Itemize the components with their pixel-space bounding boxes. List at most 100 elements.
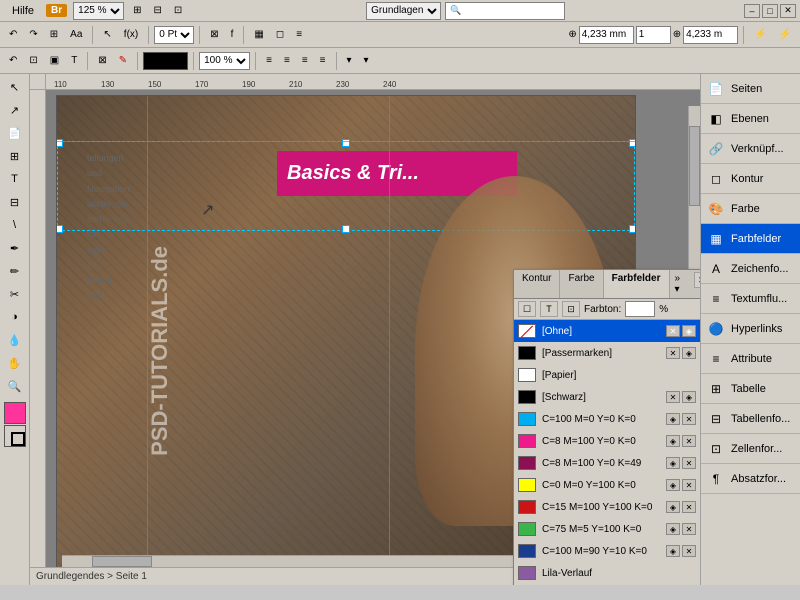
scroll-thumb-v[interactable] (689, 126, 700, 206)
workspace-select[interactable]: Grundlagen (366, 2, 441, 20)
swatch-row[interactable]: C=15 M=100 Y=100 K=0◈✕ (514, 496, 700, 518)
zoom-select[interactable]: 125 % (73, 2, 124, 20)
tool2-6[interactable]: ✎ (114, 51, 132, 71)
tool-line[interactable]: \ (4, 214, 26, 236)
swatch-icon[interactable]: ✕ (666, 325, 680, 337)
cp-tool-1[interactable]: ☐ (518, 301, 536, 317)
right-panel-item-hyperlinks[interactable]: 🔵Hyperlinks (701, 314, 800, 344)
tool-pencil[interactable]: ✏ (4, 260, 26, 282)
tool-scissors[interactable]: ✂ (4, 283, 26, 305)
tool2-2[interactable]: ⊡ (24, 51, 42, 71)
view-btn-2[interactable]: ⊟ (149, 1, 167, 21)
swatch-icon[interactable]: ✕ (682, 501, 696, 513)
tool-table[interactable]: ⊟ (4, 191, 26, 213)
tool-text[interactable]: T (4, 168, 26, 190)
swatch-icon[interactable]: ◈ (666, 501, 680, 513)
right-panel-item-verknpf[interactable]: 🔗Verknüpf... (701, 134, 800, 164)
right-panel-item-textumflu[interactable]: ≡Textumflu... (701, 284, 800, 314)
tool-4[interactable]: Aa (65, 25, 87, 45)
tool-5[interactable]: f(x) (119, 25, 143, 45)
tool-page[interactable]: 📄 (4, 122, 26, 144)
tool2-align1[interactable]: ≡ (261, 51, 277, 71)
swatch-icon[interactable]: ◈ (682, 347, 696, 359)
swatch-icon[interactable]: ◈ (666, 523, 680, 535)
cp-tool-2[interactable]: T (540, 301, 558, 317)
color-stroke-box[interactable] (4, 425, 26, 447)
tab-more[interactable]: » ▾ (670, 270, 692, 298)
swatch-icon[interactable]: ✕ (682, 479, 696, 491)
tool-frame[interactable]: ◻ (271, 25, 289, 45)
right-panel-item-zeichenfo[interactable]: AZeichenfo... (701, 254, 800, 284)
right-panel-item-attribute[interactable]: ≡Attribute (701, 344, 800, 374)
swatch-row[interactable]: C=0 M=0 Y=100 K=0◈✕ (514, 474, 700, 496)
tool-direct[interactable]: ↗ (4, 99, 26, 121)
panel-close-btn[interactable]: ✕ (694, 272, 700, 288)
tool-arrow[interactable]: ↶ (4, 25, 22, 45)
tool2-5[interactable]: ⊠ (93, 51, 111, 71)
scroll-thumb-h[interactable] (92, 556, 152, 567)
maximize-button[interactable]: □ (762, 4, 778, 18)
pct-select[interactable]: 100 % (199, 52, 250, 70)
swatch-row[interactable]: C=0 M=0 Y=0 K=8◈ (514, 584, 700, 585)
swatches-list[interactable]: [Ohne]✕◈[Passermarken]✕◈[Papier][Schwarz… (514, 320, 700, 585)
tool-6[interactable]: ⊠ (205, 25, 223, 45)
swatch-row[interactable]: C=8 M=100 Y=0 K=49◈✕ (514, 452, 700, 474)
tool-3[interactable]: ⊞ (45, 25, 63, 45)
swatch-row[interactable]: [Passermarken]✕◈ (514, 342, 700, 364)
tool-select[interactable]: ↖ (4, 76, 26, 98)
swatch-icon[interactable]: ◈ (666, 457, 680, 469)
tool-gradient[interactable]: ◑ (4, 306, 26, 328)
right-panel-item-ebenen[interactable]: ◧Ebenen (701, 104, 800, 134)
tool2-3[interactable]: ▣ (45, 51, 64, 71)
tool-light[interactable]: ⚡ (749, 25, 771, 45)
tool2-arr[interactable]: ▾ (342, 51, 357, 71)
cp-tool-3[interactable]: ⊡ (562, 301, 580, 317)
close-button[interactable]: ✕ (780, 4, 796, 18)
tool2-text[interactable]: T (66, 51, 82, 71)
minimize-button[interactable]: – (744, 4, 760, 18)
tool2-align4[interactable]: ≡ (315, 51, 331, 71)
right-panel-item-zellenfor[interactable]: ⊡Zellenfor... (701, 434, 800, 464)
tool-align[interactable]: ≡ (291, 25, 307, 45)
swatch-icon[interactable]: ✕ (682, 523, 696, 535)
tool-7[interactable]: f (226, 25, 239, 45)
swatch-icon[interactable]: ◈ (682, 391, 696, 403)
menu-hilfe[interactable]: Hilfe (4, 3, 42, 19)
swatch-row[interactable]: C=100 M=0 Y=0 K=0◈✕ (514, 408, 700, 430)
tool2-1[interactable]: ↶ (4, 51, 22, 71)
color-box[interactable] (143, 52, 188, 70)
swatch-icon[interactable]: ◈ (666, 435, 680, 447)
mm-input-2[interactable]: 4,233 m (683, 26, 738, 44)
swatch-icon[interactable]: ✕ (666, 391, 680, 403)
tool-grid[interactable]: ▦ (249, 25, 268, 45)
view-btn-3[interactable]: ⊡ (169, 1, 187, 21)
right-panel-item-tabellenfo[interactable]: ⊟Tabellenfo... (701, 404, 800, 434)
pt-select[interactable]: 0 Pt (154, 26, 194, 44)
swatch-icon[interactable]: ◈ (666, 479, 680, 491)
swatch-icon[interactable]: ✕ (682, 413, 696, 425)
right-panel-item-farbfelder[interactable]: ▦Farbfelder (701, 224, 800, 254)
swatch-icon[interactable]: ✕ (682, 457, 696, 469)
tool-cursor[interactable]: ↖ (98, 25, 116, 45)
swatch-row[interactable]: [Schwarz]✕◈ (514, 386, 700, 408)
swatch-icon[interactable]: ✕ (682, 435, 696, 447)
swatch-row[interactable]: [Papier] (514, 364, 700, 386)
tool-eyedrop[interactable]: 💧 (4, 329, 26, 351)
tab-farbfelder[interactable]: Farbfelder (604, 270, 670, 298)
farbton-input[interactable] (625, 301, 655, 317)
right-panel-item-tabelle[interactable]: ⊞Tabelle (701, 374, 800, 404)
swatch-row[interactable]: [Ohne]✕◈ (514, 320, 700, 342)
swatch-icon[interactable]: ✕ (666, 347, 680, 359)
swatch-icon[interactable]: ◈ (666, 545, 680, 557)
tab-farbe[interactable]: Farbe (560, 270, 603, 298)
color-fill-box[interactable] (4, 402, 26, 424)
right-panel-item-kontur[interactable]: ◻Kontur (701, 164, 800, 194)
tool-hand[interactable]: ✋ (4, 352, 26, 374)
right-panel-item-farbe[interactable]: 🎨Farbe (701, 194, 800, 224)
swatch-row[interactable]: C=100 M=90 Y=10 K=0◈✕ (514, 540, 700, 562)
search-box[interactable]: 🔍 (445, 2, 565, 20)
tab-kontur[interactable]: Kontur (514, 270, 560, 298)
zoom-control[interactable]: 125 % (73, 2, 124, 20)
swatch-row[interactable]: C=8 M=100 Y=0 K=0◈✕ (514, 430, 700, 452)
tool-arrow2[interactable]: ↷ (24, 25, 42, 45)
